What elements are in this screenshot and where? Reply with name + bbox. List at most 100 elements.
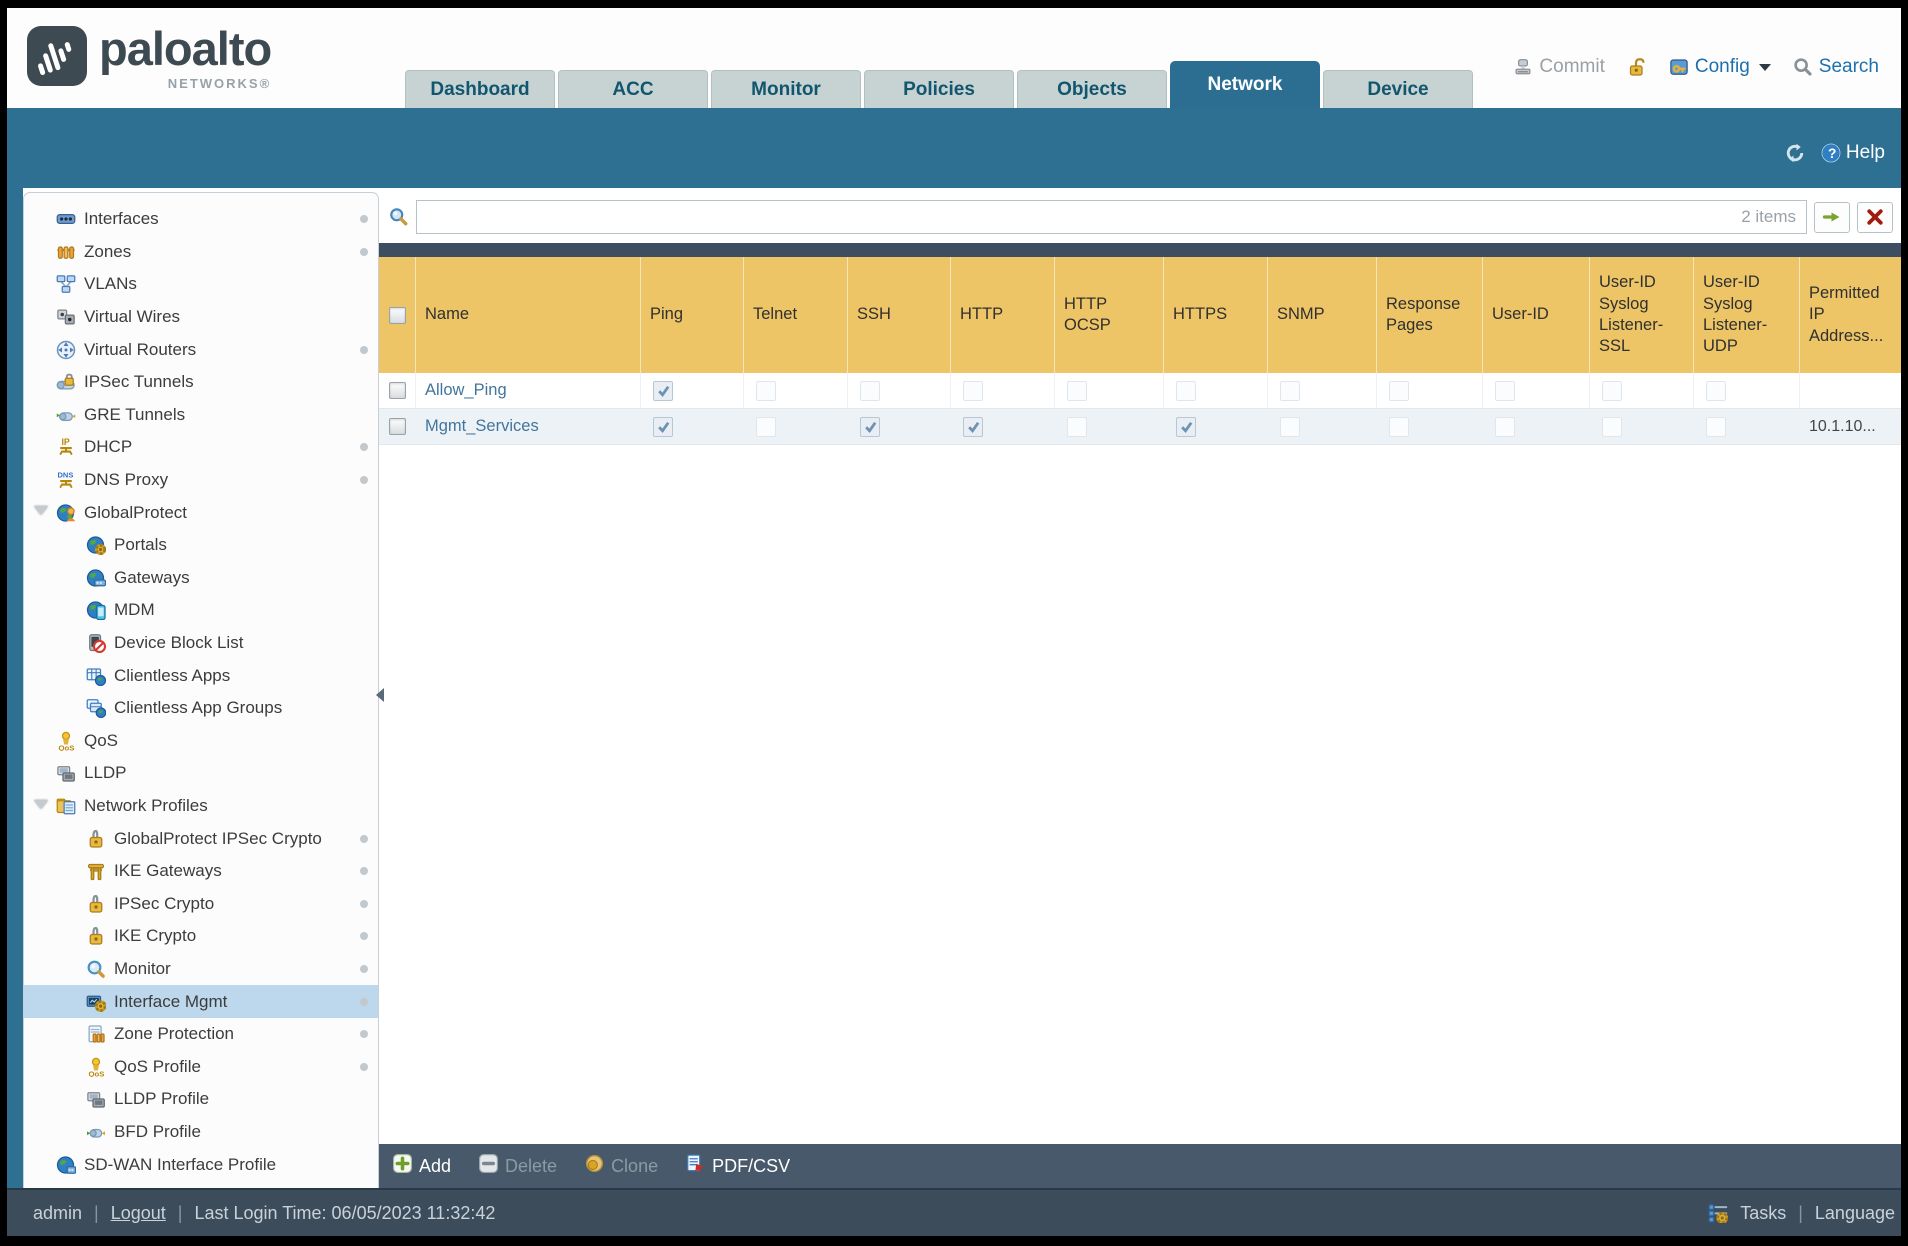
column-header-telnet[interactable]: Telnet <box>744 257 848 373</box>
table-toolbar: Add Delete Clone PDF/CSV <box>379 1144 1901 1188</box>
column-header-user-id[interactable]: User-ID <box>1483 257 1590 373</box>
sidebar-item-gateways[interactable]: Gateways <box>24 562 378 595</box>
sidebar-item-virtual-wires[interactable]: Virtual Wires <box>24 301 378 334</box>
tab-objects[interactable]: Objects <box>1017 70 1167 108</box>
sidebar-item-vlans[interactable]: VLANs <box>24 268 378 301</box>
help-button[interactable]: ? Help <box>1821 142 1885 164</box>
service-checkbox-checked[interactable] <box>1176 416 1196 437</box>
sidebar-item-mdm[interactable]: MDM <box>24 594 378 627</box>
sidebar-item-label: IKE Gateways <box>114 861 222 881</box>
column-header-response-pages[interactable]: Response Pages <box>1377 257 1483 373</box>
service-checkbox-unchecked[interactable] <box>1389 416 1409 437</box>
row-checkbox[interactable] <box>388 382 406 399</box>
logout-link[interactable]: Logout <box>111 1203 166 1224</box>
refresh-icon[interactable] <box>1785 143 1805 163</box>
filter-search-icon[interactable] <box>389 207 409 227</box>
service-checkbox-unchecked[interactable] <box>1706 416 1726 437</box>
expand-collapse-icon[interactable] <box>34 799 48 809</box>
sidebar-item-globalprotect[interactable]: GlobalProtect <box>24 496 378 529</box>
column-header-user-id-syslog-listener-ssl[interactable]: User-ID Syslog Listener-SSL <box>1590 257 1694 373</box>
tab-policies[interactable]: Policies <box>864 70 1014 108</box>
lock-icon <box>86 926 106 946</box>
sidebar-item-dns-proxy[interactable]: DNS DNS Proxy <box>24 464 378 497</box>
sidebar-item-clientless-apps[interactable]: Clientless Apps <box>24 659 378 692</box>
sidebar-item-zone-protection[interactable]: Zone Protection <box>24 1018 378 1051</box>
sidebar-item-globalprotect-ipsec-crypto[interactable]: GlobalProtect IPSec Crypto <box>24 822 378 855</box>
sidebar-item-ike-crypto[interactable]: IKE Crypto <box>24 920 378 953</box>
language-button[interactable]: Language <box>1815 1203 1895 1224</box>
tasks-button[interactable]: Tasks <box>1740 1203 1786 1224</box>
profile-name-link[interactable]: Mgmt_Services <box>425 417 539 436</box>
column-header-http-ocsp[interactable]: HTTP OCSP <box>1055 257 1164 373</box>
column-header-https[interactable]: HTTPS <box>1164 257 1268 373</box>
column-header-ping[interactable]: Ping <box>641 257 744 373</box>
clear-filter-button[interactable] <box>1857 201 1893 233</box>
sidebar-collapse-handle[interactable] <box>376 688 384 702</box>
sidebar-item-ipsec-tunnels[interactable]: IPSec Tunnels <box>24 366 378 399</box>
service-checkbox-unchecked[interactable] <box>1389 380 1409 401</box>
tab-acc[interactable]: ACC <box>558 70 708 108</box>
service-checkbox-unchecked[interactable] <box>1495 416 1515 437</box>
tab-device[interactable]: Device <box>1323 70 1473 108</box>
clone-button[interactable]: Clone <box>585 1154 658 1178</box>
sidebar-item-virtual-routers[interactable]: Virtual Routers <box>24 333 378 366</box>
sidebar-item-sd-wan-interface-profile[interactable]: SD-WAN Interface Profile <box>24 1148 378 1181</box>
config-menu-button[interactable]: Config <box>1669 56 1771 78</box>
column-header-user-id-syslog-listener-udp[interactable]: User-ID Syslog Listener-UDP <box>1694 257 1800 373</box>
delete-button[interactable]: Delete <box>479 1154 557 1178</box>
sidebar-item-zones[interactable]: Zones <box>24 236 378 269</box>
sidebar-item-qos[interactable]: QoS QoS <box>24 725 378 758</box>
add-button[interactable]: Add <box>393 1154 451 1178</box>
column-header-ssh[interactable]: SSH <box>848 257 951 373</box>
sidebar-item-ipsec-crypto[interactable]: IPSec Crypto <box>24 887 378 920</box>
tab-monitor[interactable]: Monitor <box>711 70 861 108</box>
service-checkbox-unchecked[interactable] <box>860 380 880 401</box>
sidebar-item-ike-gateways[interactable]: IKE Gateways <box>24 855 378 888</box>
commit-button[interactable]: Commit <box>1513 56 1605 78</box>
sidebar-item-dhcp[interactable]: IP DHCP <box>24 431 378 464</box>
apply-filter-button[interactable] <box>1814 201 1850 233</box>
expand-collapse-icon[interactable] <box>34 506 48 516</box>
sidebar-item-qos-profile[interactable]: QoS QoS Profile <box>24 1050 378 1083</box>
service-checkbox-unchecked[interactable] <box>1067 380 1087 401</box>
service-checkbox-unchecked[interactable] <box>756 416 776 437</box>
service-checkbox-unchecked[interactable] <box>756 380 776 401</box>
pdf-csv-button[interactable]: PDF/CSV <box>686 1154 790 1178</box>
row-checkbox[interactable] <box>388 418 406 435</box>
sidebar-item-interface-mgmt[interactable]: Interface Mgmt <box>24 985 378 1018</box>
sidebar-item-monitor[interactable]: Monitor <box>24 953 378 986</box>
service-checkbox-unchecked[interactable] <box>1602 416 1622 437</box>
service-checkbox-unchecked[interactable] <box>963 380 983 401</box>
column-header-snmp[interactable]: SNMP <box>1268 257 1377 373</box>
service-checkbox-checked[interactable] <box>860 416 880 437</box>
sidebar-item-clientless-app-groups[interactable]: Clientless App Groups <box>24 692 378 725</box>
service-checkbox-unchecked[interactable] <box>1280 380 1300 401</box>
service-checkbox-unchecked[interactable] <box>1602 380 1622 401</box>
search-button[interactable]: Search <box>1793 56 1879 78</box>
sidebar-item-portals[interactable]: Portals <box>24 529 378 562</box>
sidebar-item-bfd-profile[interactable]: BFD Profile <box>24 1116 378 1149</box>
tab-network[interactable]: Network <box>1170 61 1320 108</box>
sidebar-item-device-block-list[interactable]: Device Block List <box>24 627 378 660</box>
filter-search-input[interactable]: 2 items <box>416 200 1807 234</box>
lock-icon[interactable] <box>1627 57 1647 77</box>
profile-name-link[interactable]: Allow_Ping <box>425 381 507 400</box>
service-checkbox-unchecked[interactable] <box>1706 380 1726 401</box>
service-checkbox-checked[interactable] <box>653 416 673 437</box>
service-checkbox-unchecked[interactable] <box>1495 380 1515 401</box>
column-header-http[interactable]: HTTP <box>951 257 1055 373</box>
service-checkbox-unchecked[interactable] <box>1067 416 1087 437</box>
column-header-permitted-ip-address-[interactable]: Permitted IP Address... <box>1800 257 1901 373</box>
sidebar-item-gre-tunnels[interactable]: GRE Tunnels <box>24 399 378 432</box>
column-header-name[interactable]: Name <box>416 257 641 373</box>
tab-dashboard[interactable]: Dashboard <box>405 70 555 108</box>
sidebar-item-lldp[interactable]: LLDP <box>24 757 378 790</box>
select-all-checkbox[interactable] <box>388 306 406 324</box>
service-checkbox-unchecked[interactable] <box>1280 416 1300 437</box>
service-checkbox-checked[interactable] <box>653 380 673 401</box>
service-checkbox-checked[interactable] <box>963 416 983 437</box>
sidebar-item-interfaces[interactable]: Interfaces <box>24 203 378 236</box>
sidebar-item-network-profiles[interactable]: Network Profiles <box>24 790 378 823</box>
sidebar-item-lldp-profile[interactable]: LLDP Profile <box>24 1083 378 1116</box>
service-checkbox-unchecked[interactable] <box>1176 380 1196 401</box>
